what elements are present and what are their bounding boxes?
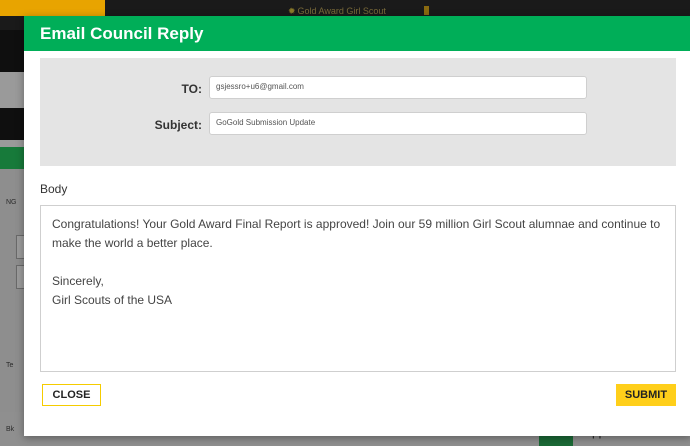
background-left-label: Bk [6,426,15,433]
subject-label: Subject: [154,118,202,132]
background-yellow-tab [0,0,105,16]
to-field[interactable]: gsjessro+u6@gmail.com [209,76,587,99]
to-label: TO: [181,82,202,96]
sun-icon: ✹ [288,6,296,16]
subject-field[interactable]: GoGold Submission Update [209,112,587,135]
background-left-panel [0,169,24,439]
body-textarea[interactable]: Congratulations! Your Gold Award Final R… [40,205,676,372]
background-left-block [0,30,24,72]
submit-button[interactable]: SUBMIT [616,384,676,406]
dialog-title: Email Council Reply [40,24,204,43]
close-button[interactable]: CLOSE [42,384,101,406]
background-left-green-bar [0,147,24,169]
background-gold-mark [424,6,429,15]
email-council-reply-dialog: Email Council Reply TO: gsjessro+u6@gmai… [24,16,690,436]
body-label: Body [40,182,68,196]
background-left-label: Te [6,362,14,369]
dialog-header: Email Council Reply [24,16,690,51]
background-left-label: NG [6,199,17,206]
email-fields-panel: TO: gsjessro+u6@gmail.com Subject: GoGol… [40,58,676,166]
background-left-block [0,108,24,140]
background-header-label: Gold Award Girl Scout [297,6,386,16]
